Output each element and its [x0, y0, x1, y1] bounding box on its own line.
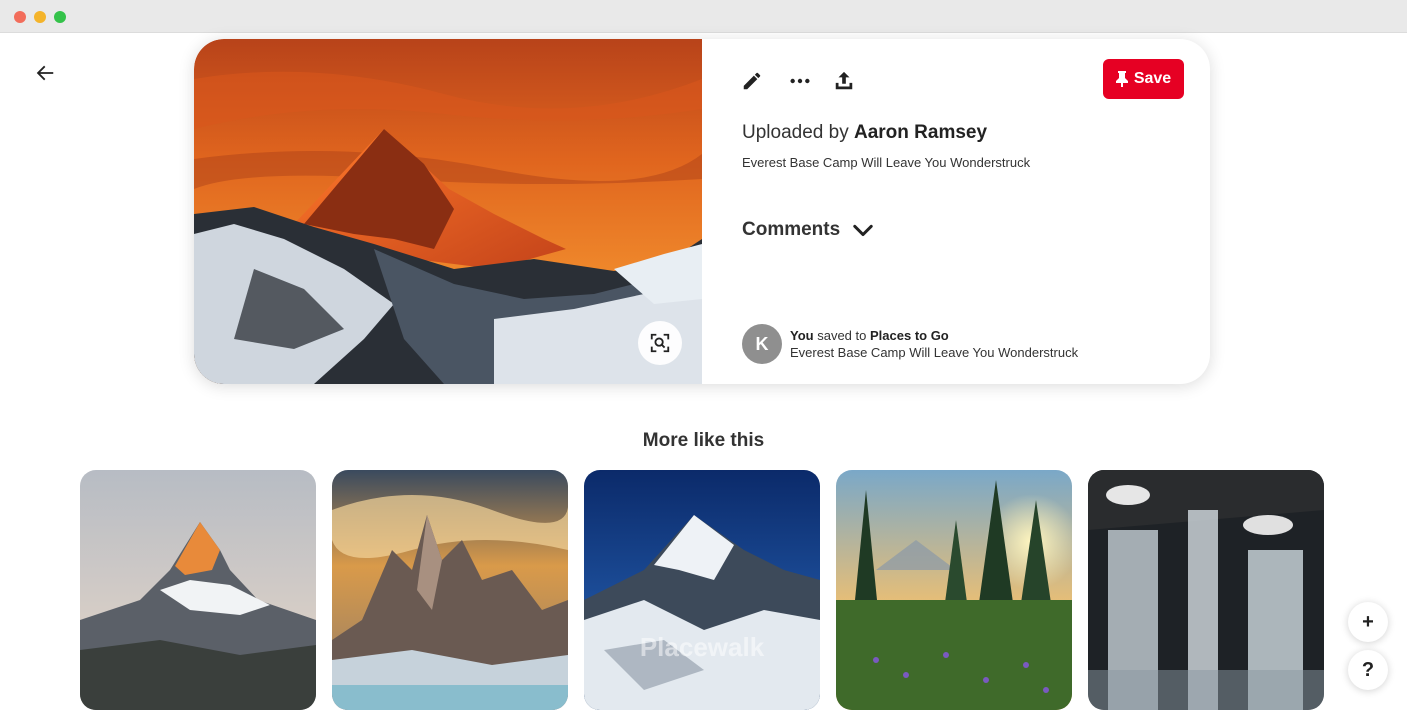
ellipsis-icon [790, 78, 810, 84]
uploader-name[interactable]: Aaron Ramsey [854, 122, 987, 143]
related-pin-5[interactable] [1088, 470, 1324, 710]
chevron-down-icon [853, 224, 873, 237]
share-icon [835, 71, 853, 90]
help-button[interactable]: ? [1348, 650, 1388, 690]
window-titlebar [0, 0, 1407, 33]
pencil-icon [743, 72, 761, 90]
comments-toggle[interactable]: Comments [742, 219, 874, 241]
pin-image[interactable] [194, 39, 702, 384]
share-button[interactable] [830, 67, 858, 95]
visual-search-icon [650, 333, 670, 353]
save-button[interactable]: Save [1103, 59, 1184, 99]
more-options-button[interactable] [786, 67, 814, 95]
pin-closeup-card: Save Uploaded by Aaron Ramsey Everest Ba… [194, 39, 1210, 384]
waterfall-image [1088, 470, 1324, 710]
thumbnail-watermark: Placewalk [639, 632, 765, 662]
saved-board-link[interactable]: Places to Go [870, 328, 949, 343]
matterhorn-image [80, 470, 316, 710]
related-pin-4[interactable] [836, 470, 1072, 710]
add-button[interactable]: + [1348, 602, 1388, 642]
related-pin-3[interactable]: Placewalk [584, 470, 820, 710]
pin-description: Everest Base Camp Will Leave You Wonders… [742, 155, 1031, 170]
saved-caption: Everest Base Camp Will Leave You Wonders… [790, 345, 1079, 360]
saved-actor[interactable]: You [790, 328, 814, 343]
saved-verb: saved to [817, 328, 867, 343]
pushpin-icon [1115, 71, 1128, 87]
related-pin-2[interactable] [332, 470, 568, 710]
avatar[interactable]: K [742, 324, 782, 364]
uploaded-prefix: Uploaded by [742, 122, 849, 143]
pin-details-panel: Save Uploaded by Aaron Ramsey Everest Ba… [702, 39, 1210, 384]
window-minimize-button[interactable] [34, 11, 46, 23]
visual-search-button[interactable] [638, 321, 682, 365]
comments-label: Comments [742, 219, 841, 240]
saved-activity: K You saved to Places to Go Everest Base… [742, 324, 1078, 364]
window-close-button[interactable] [14, 11, 26, 23]
arrow-left-icon [36, 65, 54, 81]
edit-button[interactable] [738, 67, 766, 95]
everest-sunset-image [194, 39, 702, 384]
everest-bluesky-image [584, 470, 820, 710]
forest-sunrise-image [836, 470, 1072, 710]
more-like-this-heading: More like this [642, 430, 765, 451]
window-zoom-button[interactable] [54, 11, 66, 23]
back-button[interactable] [30, 58, 60, 88]
fitzroy-image [332, 470, 568, 710]
save-button-label: Save [1133, 70, 1172, 87]
saved-text: You saved to Places to Go Everest Base C… [790, 327, 1078, 361]
related-pin-1[interactable] [80, 470, 316, 710]
uploaded-by: Uploaded by Aaron Ramsey [742, 122, 987, 144]
